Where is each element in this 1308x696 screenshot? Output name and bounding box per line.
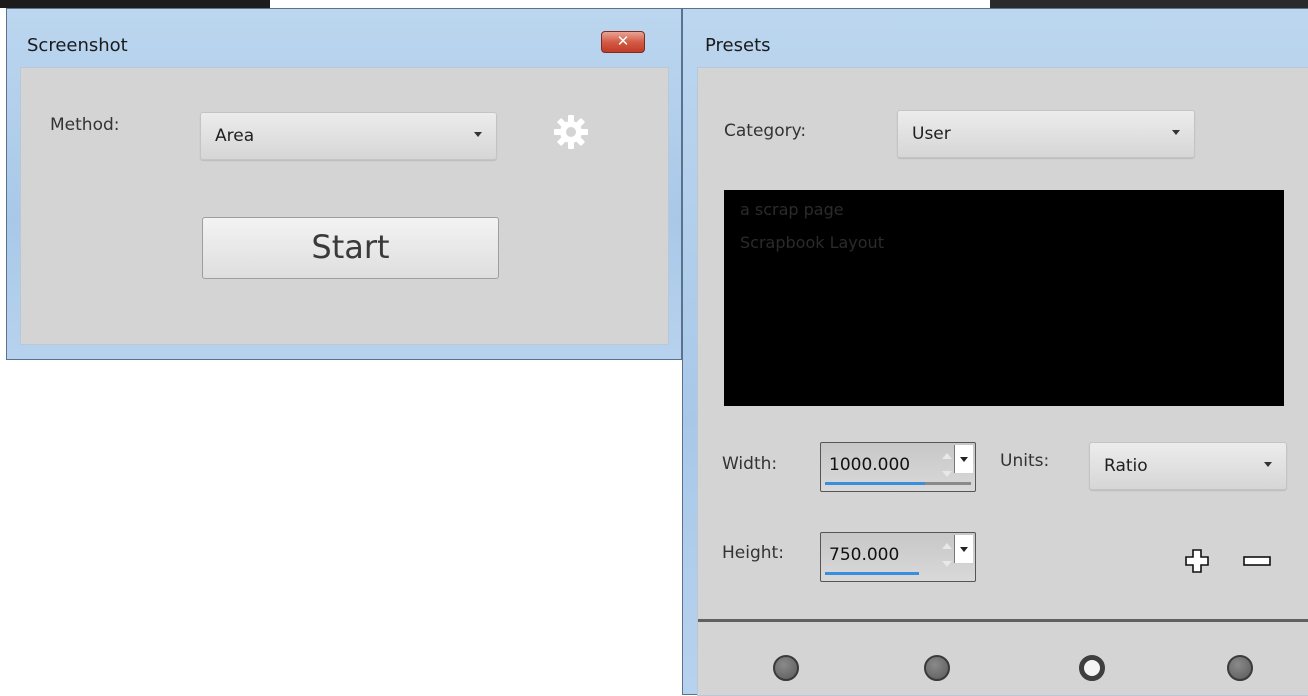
- height-value-bar: [825, 572, 919, 575]
- units-select[interactable]: Ratio: [1089, 442, 1287, 490]
- close-icon: ✕: [616, 32, 630, 50]
- chevron-down-icon: [1264, 462, 1272, 467]
- category-select[interactable]: User: [897, 110, 1195, 158]
- background-strip: [990, 0, 1308, 8]
- background-strip: [0, 0, 270, 8]
- width-label: Width:: [722, 454, 778, 474]
- list-item[interactable]: Scrapbook Layout: [740, 233, 884, 252]
- chevron-down-icon: [474, 132, 482, 137]
- method-select[interactable]: Area: [200, 112, 497, 160]
- close-button[interactable]: ✕: [601, 31, 645, 53]
- height-stepper[interactable]: 750.000: [820, 532, 976, 582]
- height-value: 750.000: [829, 545, 900, 565]
- spin-arrows-icon[interactable]: [939, 447, 953, 483]
- chevron-down-icon[interactable]: [954, 535, 973, 563]
- page-dot-4[interactable]: [1227, 655, 1253, 681]
- window-title: Presets: [705, 35, 771, 56]
- width-stepper[interactable]: 1000.000: [820, 442, 976, 492]
- page-dot-1[interactable]: [773, 655, 799, 681]
- method-label: Method:: [50, 115, 120, 135]
- page-dot-3[interactable]: [1079, 655, 1105, 681]
- screenshot-client: Method: Area Start: [20, 67, 669, 345]
- minus-icon[interactable]: [1242, 554, 1272, 568]
- screenshot-window: Screenshot ✕ Method: Area Start: [6, 8, 682, 360]
- window-title: Screenshot: [27, 35, 128, 56]
- list-item[interactable]: a scrap page: [740, 200, 844, 219]
- start-button[interactable]: Start: [202, 217, 499, 279]
- presets-client: Category: User a scrap page Scrapbook La…: [697, 67, 1308, 696]
- category-value: User: [912, 124, 951, 144]
- page-dot-2[interactable]: [924, 655, 950, 681]
- width-value: 1000.000: [829, 455, 911, 475]
- spin-arrows-icon[interactable]: [939, 537, 953, 573]
- preset-list[interactable]: a scrap page Scrapbook Layout: [724, 190, 1284, 406]
- units-label: Units:: [1000, 451, 1050, 471]
- width-value-bar: [825, 482, 925, 485]
- chevron-down-icon: [1172, 130, 1180, 135]
- method-value: Area: [215, 126, 255, 146]
- chevron-down-icon[interactable]: [954, 445, 973, 473]
- gear-icon[interactable]: [551, 112, 591, 152]
- units-value: Ratio: [1104, 456, 1148, 476]
- divider: [698, 619, 1308, 622]
- height-label: Height:: [722, 543, 784, 563]
- plus-icon[interactable]: [1184, 548, 1210, 574]
- presets-window: Presets Category: User a scrap page Scra…: [682, 8, 1308, 696]
- category-label: Category:: [724, 121, 807, 141]
